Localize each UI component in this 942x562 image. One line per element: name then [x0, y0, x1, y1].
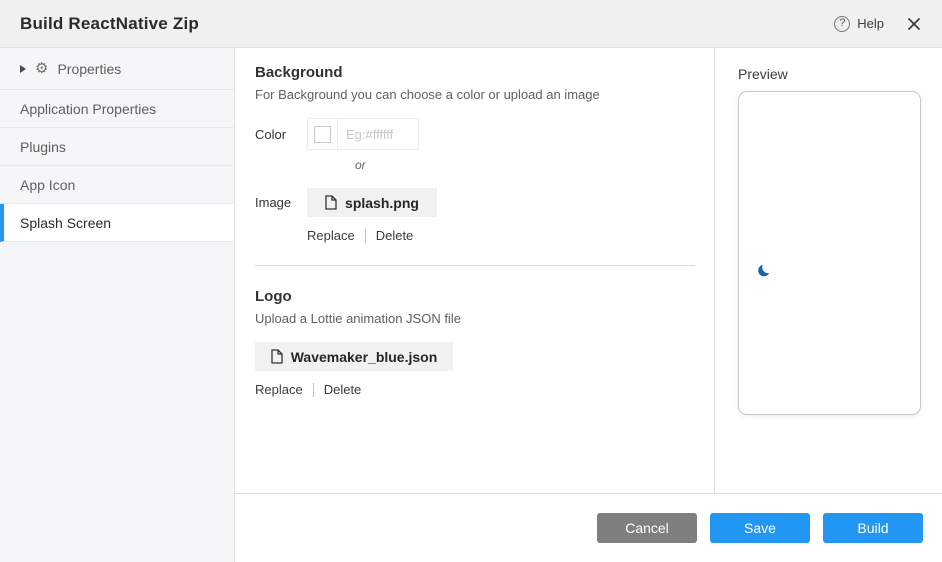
- save-button[interactable]: Save: [710, 513, 810, 543]
- sidebar-item-label: Application Properties: [20, 101, 156, 117]
- image-actions: Replace Delete: [307, 228, 694, 243]
- logo-replace-link[interactable]: Replace: [255, 382, 303, 397]
- sidebar: ⚙ Properties Application Properties Plug…: [0, 48, 235, 562]
- help-icon: ?: [834, 16, 850, 32]
- link-separator: [365, 229, 366, 243]
- sidebar-item-label: Plugins: [20, 139, 66, 155]
- color-label: Color: [255, 127, 307, 142]
- help-button[interactable]: ? Help: [834, 16, 884, 32]
- image-label: Image: [255, 195, 307, 210]
- help-icon-glyph: ?: [839, 18, 845, 29]
- preview-panel: Preview: [714, 48, 942, 493]
- color-field-row: Color: [255, 118, 694, 150]
- color-field: [307, 118, 419, 150]
- logo-section: Logo Upload a Lottie animation JSON file…: [255, 288, 694, 397]
- sidebar-properties-label: Properties: [57, 61, 121, 77]
- image-file-chip[interactable]: splash.png: [307, 188, 437, 217]
- help-label: Help: [857, 16, 884, 31]
- document-icon: [271, 349, 283, 364]
- document-icon: [325, 195, 337, 210]
- cancel-button[interactable]: Cancel: [597, 513, 697, 543]
- logo-file-name: Wavemaker_blue.json: [291, 349, 438, 365]
- color-input[interactable]: [338, 119, 418, 149]
- sidebar-item-app-icon[interactable]: App Icon: [0, 166, 234, 204]
- background-section-description: For Background you can choose a color or…: [255, 87, 694, 102]
- or-separator-label: or: [355, 158, 694, 172]
- sidebar-item-label: Splash Screen: [20, 215, 111, 231]
- logo-file-chip[interactable]: Wavemaker_blue.json: [255, 342, 453, 371]
- sidebar-properties-group[interactable]: ⚙ Properties: [0, 48, 234, 90]
- image-replace-link[interactable]: Replace: [307, 228, 355, 243]
- background-section-title: Background: [255, 64, 694, 81]
- link-separator: [313, 383, 314, 397]
- splash-preview-frame: [738, 91, 921, 415]
- header-actions: ? Help: [834, 16, 922, 32]
- image-field-row: Image splash.png: [255, 188, 694, 217]
- splash-screen-form: Background For Background you can choose…: [235, 48, 714, 493]
- logo-section-description: Upload a Lottie animation JSON file: [255, 311, 694, 326]
- close-icon[interactable]: [906, 16, 922, 32]
- caret-right-icon: [20, 65, 26, 73]
- preview-title: Preview: [738, 66, 942, 82]
- sidebar-item-label: App Icon: [20, 177, 75, 193]
- section-divider: [255, 265, 695, 266]
- color-swatch: [314, 126, 331, 143]
- logo-section-title: Logo: [255, 288, 694, 305]
- image-file-name: splash.png: [345, 195, 419, 211]
- sidebar-item-plugins[interactable]: Plugins: [0, 128, 234, 166]
- logo-delete-link[interactable]: Delete: [324, 382, 362, 397]
- dialog-title: Build ReactNative Zip: [20, 14, 199, 34]
- logo-actions: Replace Delete: [255, 382, 694, 397]
- sidebar-item-application-properties[interactable]: Application Properties: [0, 90, 234, 128]
- image-delete-link[interactable]: Delete: [376, 228, 414, 243]
- lottie-crescent-icon: [757, 262, 773, 278]
- dialog-footer: Cancel Save Build: [235, 493, 942, 562]
- dialog-header: Build ReactNative Zip ? Help: [0, 0, 942, 48]
- dialog-body: Background For Background you can choose…: [235, 48, 942, 562]
- build-button[interactable]: Build: [823, 513, 923, 543]
- color-swatch-cell[interactable]: [308, 119, 338, 149]
- sidebar-item-splash-screen[interactable]: Splash Screen: [0, 204, 234, 242]
- build-reactnative-dialog: Build ReactNative Zip ? Help ⚙ Propertie…: [0, 0, 942, 562]
- gear-icon: ⚙: [35, 61, 48, 76]
